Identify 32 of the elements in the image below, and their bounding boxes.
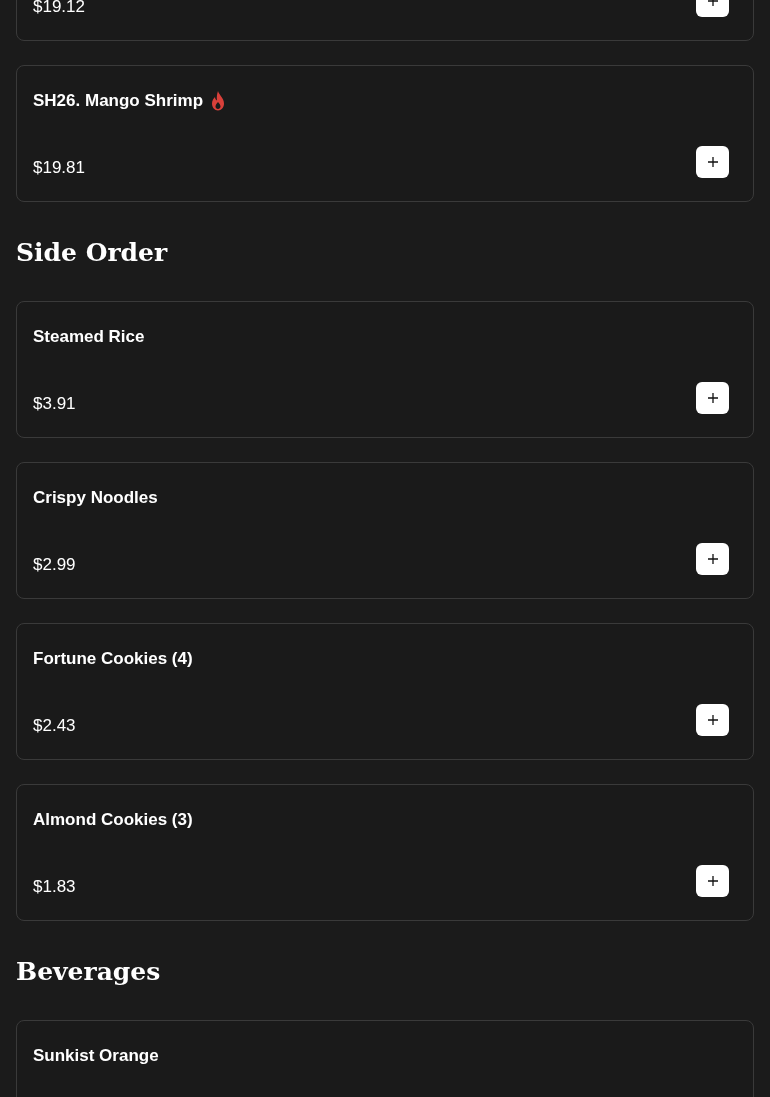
item-name: Almond Cookies (3) [33,810,193,830]
plus-icon [707,876,718,886]
item-name: Steamed Rice [33,327,145,347]
add-button[interactable] [696,704,729,736]
item-name: Crispy Noodles [33,488,158,508]
item-price: $19.12 [33,0,85,17]
menu-item-card[interactable]: Fortune Cookies (4) $2.43 [16,623,754,760]
item-price: $2.43 [33,716,76,736]
section-heading: Beverages [16,956,162,988]
item-price: $3.91 [33,394,76,414]
plus-icon [707,715,718,725]
menu-item-card[interactable]: Almond Cookies (3) $1.83 [16,784,754,921]
item-price: $19.81 [33,158,85,178]
plus-icon [707,157,718,167]
item-price: $2.99 [33,555,76,575]
item-price: $1.83 [33,877,76,897]
menu-item-card[interactable]: Sunkist Orange [16,1020,754,1097]
flame-icon [210,91,227,111]
item-name: Fortune Cookies (4) [33,649,193,669]
section-heading: Side Order [16,237,169,269]
item-name: SH26. Mango Shrimp [33,91,204,111]
plus-icon [707,554,718,564]
item-name: Sunkist Orange [33,1046,159,1066]
add-button[interactable] [696,865,729,897]
menu-item-card[interactable]: SH26. Mango Shrimp $19.81 [16,65,754,202]
add-button[interactable] [696,146,729,178]
plus-icon [707,393,718,403]
add-button[interactable] [696,382,729,414]
menu-item-card[interactable]: Crispy Noodles $2.99 [16,462,754,599]
menu-item-card[interactable]: $19.12 [16,0,754,41]
menu-item-card[interactable]: Steamed Rice $3.91 [16,301,754,438]
add-button[interactable] [696,543,729,575]
